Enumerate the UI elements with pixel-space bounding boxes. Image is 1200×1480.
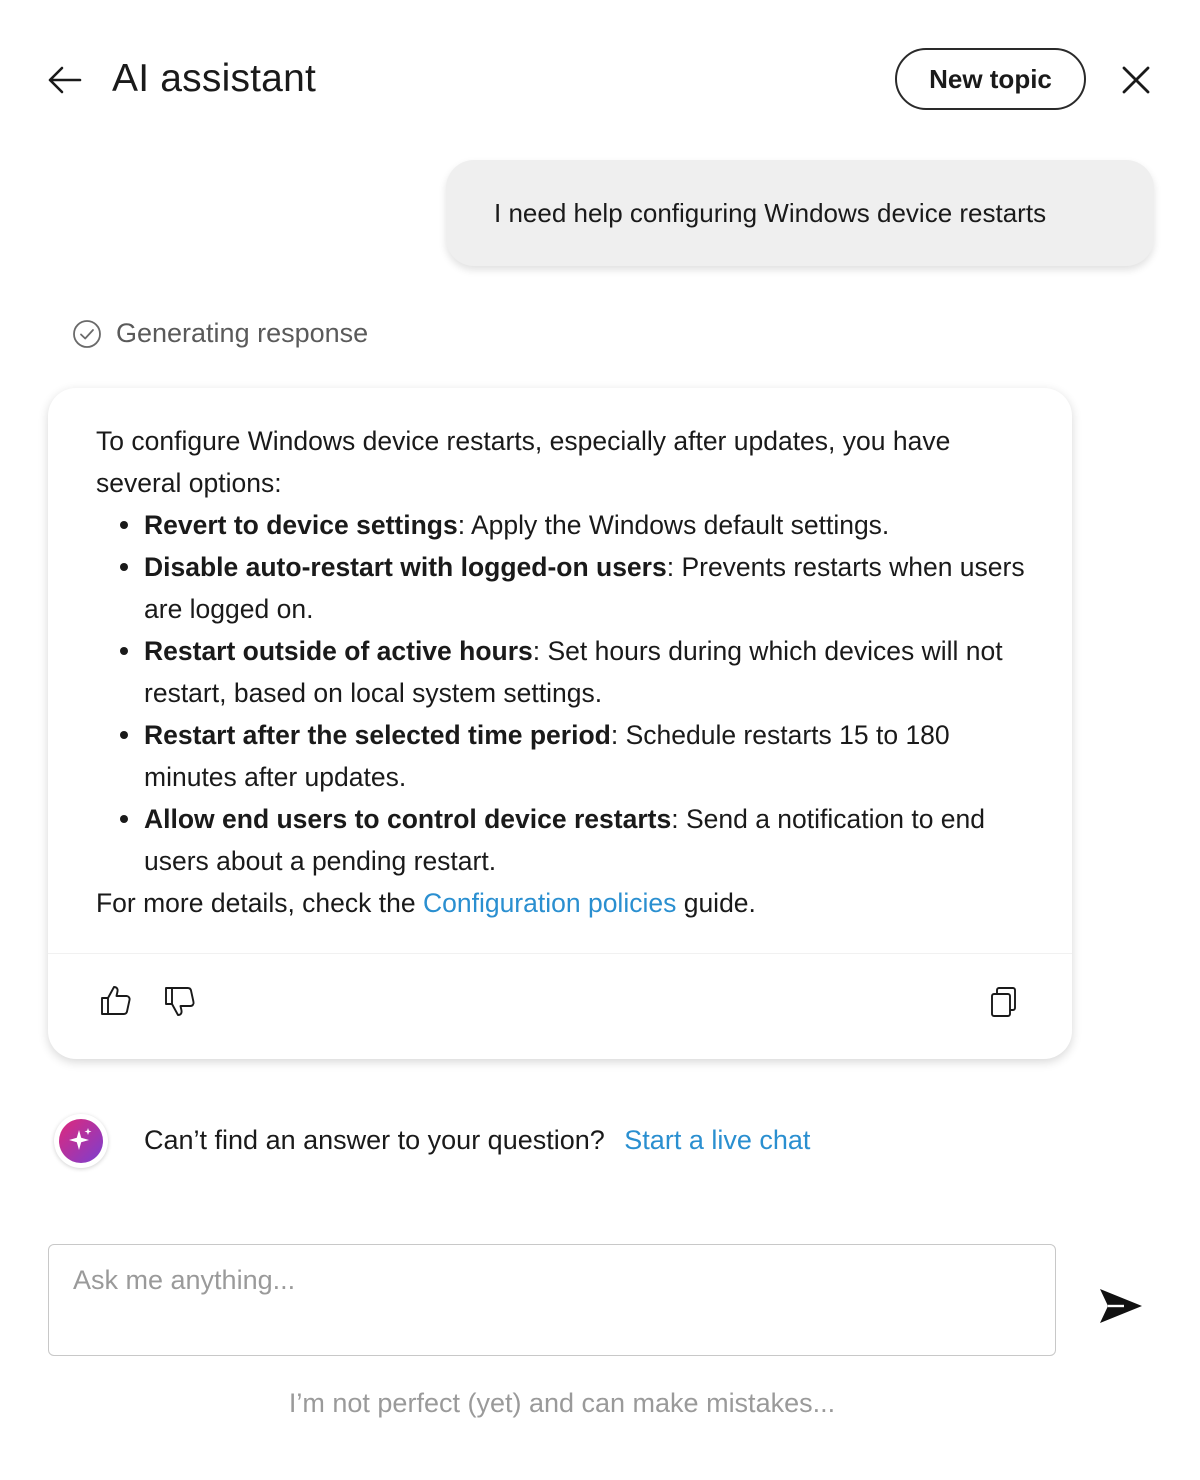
new-topic-button[interactable]: New topic (895, 48, 1086, 110)
option-title: Disable auto-restart with logged-on user… (144, 552, 667, 582)
assistant-avatar (54, 1114, 108, 1168)
send-icon[interactable] (1094, 1282, 1146, 1330)
page-title: AI assistant (112, 57, 316, 100)
option-title: Revert to device settings (144, 510, 458, 540)
live-chat-question: Can’t find an answer to your question? (144, 1125, 605, 1155)
ai-assistant-panel: AI assistant New topic I need help confi… (0, 0, 1200, 1480)
option-title: Allow end users to control device restar… (144, 804, 672, 834)
thumbs-up-icon[interactable] (96, 980, 136, 1020)
arrow-left-icon[interactable] (44, 60, 84, 100)
configuration-policies-link[interactable]: Configuration policies (423, 888, 676, 918)
start-live-chat-link[interactable]: Start a live chat (624, 1125, 810, 1155)
response-outro: For more details, check the Configuratio… (96, 882, 1026, 924)
assistant-response-card: To configure Windows device restarts, es… (48, 388, 1072, 1059)
user-message-bubble: I need help configuring Windows device r… (446, 160, 1154, 266)
status-text: Generating response (116, 318, 369, 348)
generating-status: Generating response (72, 318, 368, 349)
list-item: Revert to device settings: Apply the Win… (120, 504, 1026, 546)
response-body: To configure Windows device restarts, es… (96, 420, 1026, 924)
list-item: Restart outside of active hours: Set hou… (120, 630, 1026, 714)
close-icon[interactable] (1114, 58, 1158, 102)
outro-before: For more details, check the (96, 888, 423, 918)
user-message-text: I need help configuring Windows device r… (494, 197, 1047, 228)
disclaimer-text: I’m not perfect (yet) and can make mista… (288, 1388, 836, 1418)
option-title: Restart outside of active hours (144, 636, 533, 666)
live-chat-prompt: Can’t find an answer to your question? S… (144, 1121, 810, 1159)
list-item: Disable auto-restart with logged-on user… (120, 546, 1026, 630)
card-divider (48, 953, 1072, 954)
thumbs-down-icon[interactable] (160, 982, 200, 1022)
option-title: Restart after the selected time period (144, 720, 611, 750)
outro-after: guide. (676, 888, 756, 918)
options-list: Revert to device settings: Apply the Win… (96, 504, 1026, 882)
check-circle-icon (72, 319, 102, 349)
option-text: : Apply the Windows default settings. (457, 510, 890, 540)
list-item: Restart after the selected time period: … (120, 714, 1026, 798)
ask-input[interactable] (48, 1244, 1056, 1356)
list-item: Allow end users to control device restar… (120, 798, 1026, 882)
copy-icon[interactable] (984, 982, 1024, 1022)
response-intro: To configure Windows device restarts, es… (96, 426, 951, 498)
sparkle-icon (59, 1119, 103, 1163)
